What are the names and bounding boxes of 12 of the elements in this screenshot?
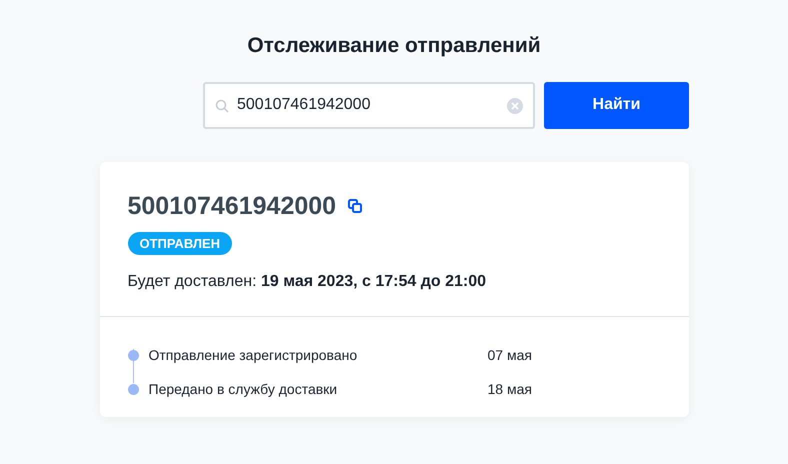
event-text: Передано в службу доставки xyxy=(148,380,338,399)
search-icon xyxy=(215,98,229,112)
search-button[interactable]: Найти xyxy=(544,82,689,128)
event-date: 07 мая xyxy=(488,346,532,365)
event-date: 18 мая xyxy=(488,380,532,399)
tracking-number: 500107461942000 xyxy=(128,190,336,222)
status-badge: ОТПРАВЛЕН xyxy=(128,232,232,254)
delivery-date: Будет доставлен: 19 мая 2023, с 17:54 до 21:00 xyxy=(128,272,486,292)
event-text: Отправление зарегистрировано xyxy=(148,346,358,365)
search-field[interactable]: 500107461942000 xyxy=(203,82,535,128)
page-title: Отслеживание отправлений xyxy=(247,33,541,59)
copy-icon[interactable] xyxy=(348,198,362,212)
